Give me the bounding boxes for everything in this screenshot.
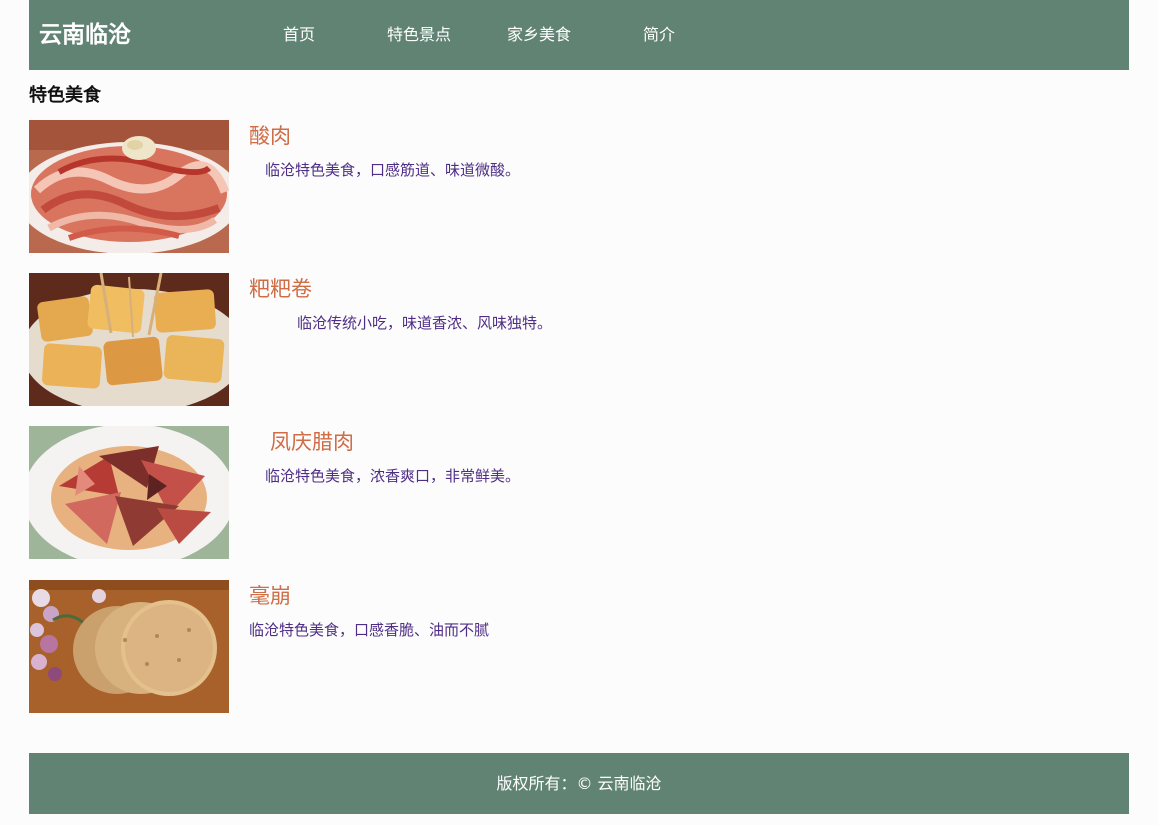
food-item: 凤庆腊肉 临沧特色美食，浓香爽口，非常鲜美。 bbox=[29, 426, 1129, 559]
food-name: 粑粑卷 bbox=[249, 277, 312, 301]
copyright-text: 版权所有：© 云南临沧 bbox=[496, 774, 662, 793]
food-item: 毫崩 临沧特色美食，口感香脆、油而不腻 bbox=[29, 580, 1129, 713]
sour-meat-photo bbox=[29, 120, 229, 253]
nav-item-attractions[interactable]: 特色景点 bbox=[387, 24, 451, 46]
food-name: 酸肉 bbox=[249, 124, 291, 148]
baba-roll-photo bbox=[29, 273, 229, 406]
nav-item-home[interactable]: 首页 bbox=[283, 24, 315, 46]
section-heading: 特色美食 bbox=[29, 85, 101, 106]
site-title: 云南临沧 bbox=[39, 22, 131, 48]
food-item: 粑粑卷 临沧传统小吃，味道香浓、风味独特。 bbox=[29, 273, 1129, 406]
cured-pork-photo bbox=[29, 426, 229, 559]
page: 云南临沧 首页 特色景点 家乡美食 简介 特色美食 酸肉 临沧特色美食，口感筋道… bbox=[0, 0, 1158, 825]
header-bar: 云南临沧 首页 特色景点 家乡美食 简介 bbox=[29, 0, 1129, 70]
footer-bar: 版权所有：© 云南临沧 bbox=[29, 753, 1129, 814]
food-desc: 临沧传统小吃，味道香浓、风味独特。 bbox=[297, 314, 553, 332]
rice-cracker-photo bbox=[29, 580, 229, 713]
food-desc: 临沧特色美食，口感香脆、油而不腻 bbox=[249, 621, 490, 639]
food-name: 凤庆腊肉 bbox=[270, 430, 354, 454]
nav-item-food[interactable]: 家乡美食 bbox=[507, 24, 571, 46]
nav-item-about[interactable]: 简介 bbox=[643, 24, 675, 46]
food-desc: 临沧特色美食，口感筋道、味道微酸。 bbox=[265, 161, 521, 179]
food-item: 酸肉 临沧特色美食，口感筋道、味道微酸。 bbox=[29, 120, 1129, 253]
food-desc: 临沧特色美食，浓香爽口，非常鲜美。 bbox=[265, 467, 521, 485]
food-name: 毫崩 bbox=[249, 584, 291, 608]
